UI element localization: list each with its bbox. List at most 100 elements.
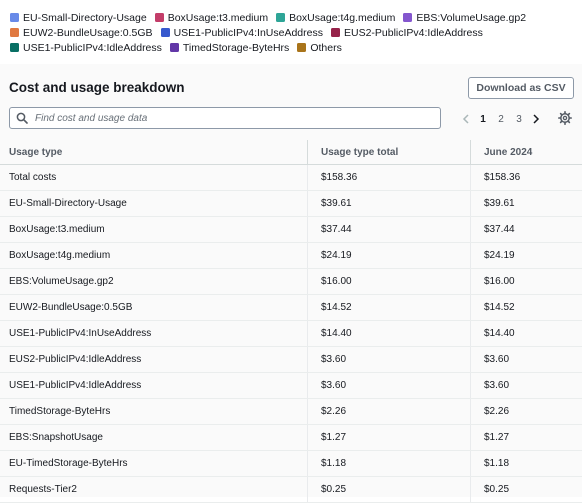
cell-usage-type: EBS:SnapshotUsage [9, 432, 103, 443]
legend-label: USE1-PublicIPv4:InUseAddress [173, 26, 323, 39]
cell-usage-type-total: $16.00 [307, 269, 470, 294]
gear-icon[interactable] [558, 111, 572, 125]
cell-usage-type: EU-Small-Directory-Usage [9, 198, 127, 209]
legend-swatch [10, 13, 19, 22]
column-header-usage-type[interactable]: Usage type [0, 140, 307, 164]
cell-usage-type: USE1-PublicIPv4:InUseAddress [9, 328, 152, 339]
cell-usage-type: BoxUsage:t4g.medium [9, 250, 111, 261]
cell-usage-type-total: $3.60 [307, 347, 470, 372]
cell-usage-type-total: $14.40 [307, 321, 470, 346]
legend-row: EUW2-BundleUsage:0.5GB USE1-PublicIPv4:In… [10, 25, 576, 40]
cell-june-2024: $158.36 [470, 165, 582, 190]
cell-june-2024: $14.40 [470, 321, 582, 346]
legend-swatch [10, 28, 19, 37]
table-row: EU-Small-Directory-Usage $39.61 $39.61 [0, 191, 582, 217]
cell-usage-type-total: $39.61 [307, 191, 470, 216]
legend-item[interactable]: EUS2-PublicIPv4:IdleAddress [330, 26, 483, 39]
chart-legend: EU-Small-Directory-Usage BoxUsage:t3.medi… [10, 10, 576, 55]
chevron-left-icon [462, 114, 469, 124]
cell-usage-type-total: $14.52 [307, 295, 470, 320]
cell-usage-type: EUW2-BundleUsage:0.5GB [9, 302, 133, 313]
chevron-right-icon [533, 114, 540, 124]
search-input[interactable] [35, 109, 440, 127]
cell-usage-type-total: $158.36 [307, 165, 470, 190]
cost-usage-breakdown-panel: Cost and usage breakdown Download as CSV… [0, 64, 582, 503]
page-1-button[interactable]: 1 [474, 114, 492, 125]
legend-item[interactable]: TimedStorage-ByteHrs [169, 41, 290, 54]
legend-label: EBS:VolumeUsage.gp2 [416, 11, 527, 24]
table-row: EUW2-BundleUsage:0.5GB $14.52 $14.52 [0, 295, 582, 321]
table-row: EUS2-PublicIPv4:IdleAddress $3.60 $3.60 [0, 347, 582, 373]
table-row: Total costs $158.36 $158.36 [0, 165, 582, 191]
table-row: EBS:SnapshotUsage $1.27 $1.27 [0, 425, 582, 451]
cell-june-2024: $3.60 [470, 373, 582, 398]
cell-june-2024: $24.19 [470, 243, 582, 268]
cell-june-2024: $37.44 [470, 217, 582, 242]
legend-item[interactable]: EBS:VolumeUsage.gp2 [403, 12, 526, 24]
cost-usage-table: Usage type Usage type total June 2024 To… [0, 140, 582, 503]
legend-swatch [10, 43, 19, 52]
cell-usage-type-total: $24.19 [307, 243, 470, 268]
legend-row: USE1-PublicIPv4:IdleAddress TimedStorage-… [10, 40, 576, 55]
legend-item[interactable]: USE1-PublicIPv4:InUseAddress [160, 26, 323, 39]
table-row: EBS:VolumeUsage.gp2 $16.00 $16.00 [0, 269, 582, 295]
cell-usage-type: TimedStorage-ByteHrs [9, 406, 111, 417]
cell-usage-type-total: $1.18 [307, 451, 470, 476]
cell-june-2024: $16.00 [470, 269, 582, 294]
next-page-button[interactable] [528, 111, 544, 127]
table-row: BoxUsage:t3.medium $37.44 $37.44 [0, 217, 582, 243]
column-header-usage-type-total[interactable]: Usage type total [307, 140, 470, 164]
legend-swatch [330, 28, 340, 37]
legend-swatch [169, 43, 179, 52]
table-row: BoxUsage:t4g.medium $24.19 $24.19 [0, 243, 582, 269]
cell-june-2024: $3.60 [470, 347, 582, 372]
legend-swatch [154, 13, 164, 22]
legend-item[interactable]: BoxUsage:t3.medium [154, 11, 269, 24]
download-csv-button[interactable]: Download as CSV [468, 77, 574, 99]
cell-usage-type: Requests-Tier2 [9, 484, 77, 495]
legend-label: EU-Small-Directory-Usage [23, 11, 147, 24]
cell-june-2024: $39.61 [470, 191, 582, 216]
cell-usage-type: BoxUsage:t3.medium [9, 224, 105, 235]
panel-title: Cost and usage breakdown [9, 80, 185, 95]
cell-usage-type-total: $3.60 [307, 373, 470, 398]
table-header: Usage type Usage type total June 2024 [0, 140, 582, 165]
legend-item[interactable]: USE1-PublicIPv4:IdleAddress [10, 42, 162, 54]
pagination: 1 2 3 [458, 110, 544, 128]
legend-label: TimedStorage-ByteHrs [182, 41, 290, 54]
previous-page-button[interactable] [458, 111, 474, 127]
legend-label: EUW2-BundleUsage:0.5GB [23, 26, 153, 39]
table-row: USE1-PublicIPv4:InUseAddress $14.40 $14.40 [0, 321, 582, 347]
page-2-button[interactable]: 2 [492, 114, 510, 125]
legend-swatch [160, 28, 170, 37]
column-header-june-2024[interactable]: June 2024 [470, 140, 582, 164]
table-row: EU-TimedStorage-ByteHrs $1.18 $1.18 [0, 451, 582, 477]
table-row: Requests-Tier2 $0.25 $0.25 [0, 477, 582, 503]
cell-june-2024: $1.27 [470, 425, 582, 450]
legend-label: EUS2-PublicIPv4:IdleAddress [343, 26, 483, 39]
cell-usage-type: EUS2-PublicIPv4:IdleAddress [9, 354, 142, 365]
table-body: Total costs $158.36 $158.36 EU-Small-Direct… [0, 165, 582, 503]
legend-item[interactable]: EU-Small-Directory-Usage [10, 12, 147, 24]
legend-item[interactable]: BoxUsage:t4g.medium [276, 12, 395, 24]
search-field[interactable] [9, 107, 441, 129]
table-row: TimedStorage-ByteHrs $2.26 $2.26 [0, 399, 582, 425]
legend-label: BoxUsage:t3.medium [167, 11, 269, 24]
cell-usage-type-total: $2.26 [307, 399, 470, 424]
cell-june-2024: $2.26 [470, 399, 582, 424]
search-icon [16, 112, 28, 124]
cell-usage-type-total: $1.27 [307, 425, 470, 450]
cell-usage-type-total: $37.44 [307, 217, 470, 242]
cell-june-2024: $1.18 [470, 451, 582, 476]
legend-item[interactable]: EUW2-BundleUsage:0.5GB [10, 27, 153, 39]
legend-item[interactable]: Others [297, 42, 342, 54]
legend-swatch [276, 13, 286, 22]
cell-usage-type: Total costs [9, 172, 57, 183]
legend-label: USE1-PublicIPv4:IdleAddress [23, 41, 162, 54]
cell-june-2024: $14.52 [470, 295, 582, 320]
cell-june-2024: $0.25 [470, 477, 582, 502]
legend-label: Others [310, 41, 342, 54]
page-3-button[interactable]: 3 [510, 114, 528, 125]
cell-usage-type-total: $0.25 [307, 477, 470, 502]
legend-label: BoxUsage:t4g.medium [289, 11, 396, 24]
